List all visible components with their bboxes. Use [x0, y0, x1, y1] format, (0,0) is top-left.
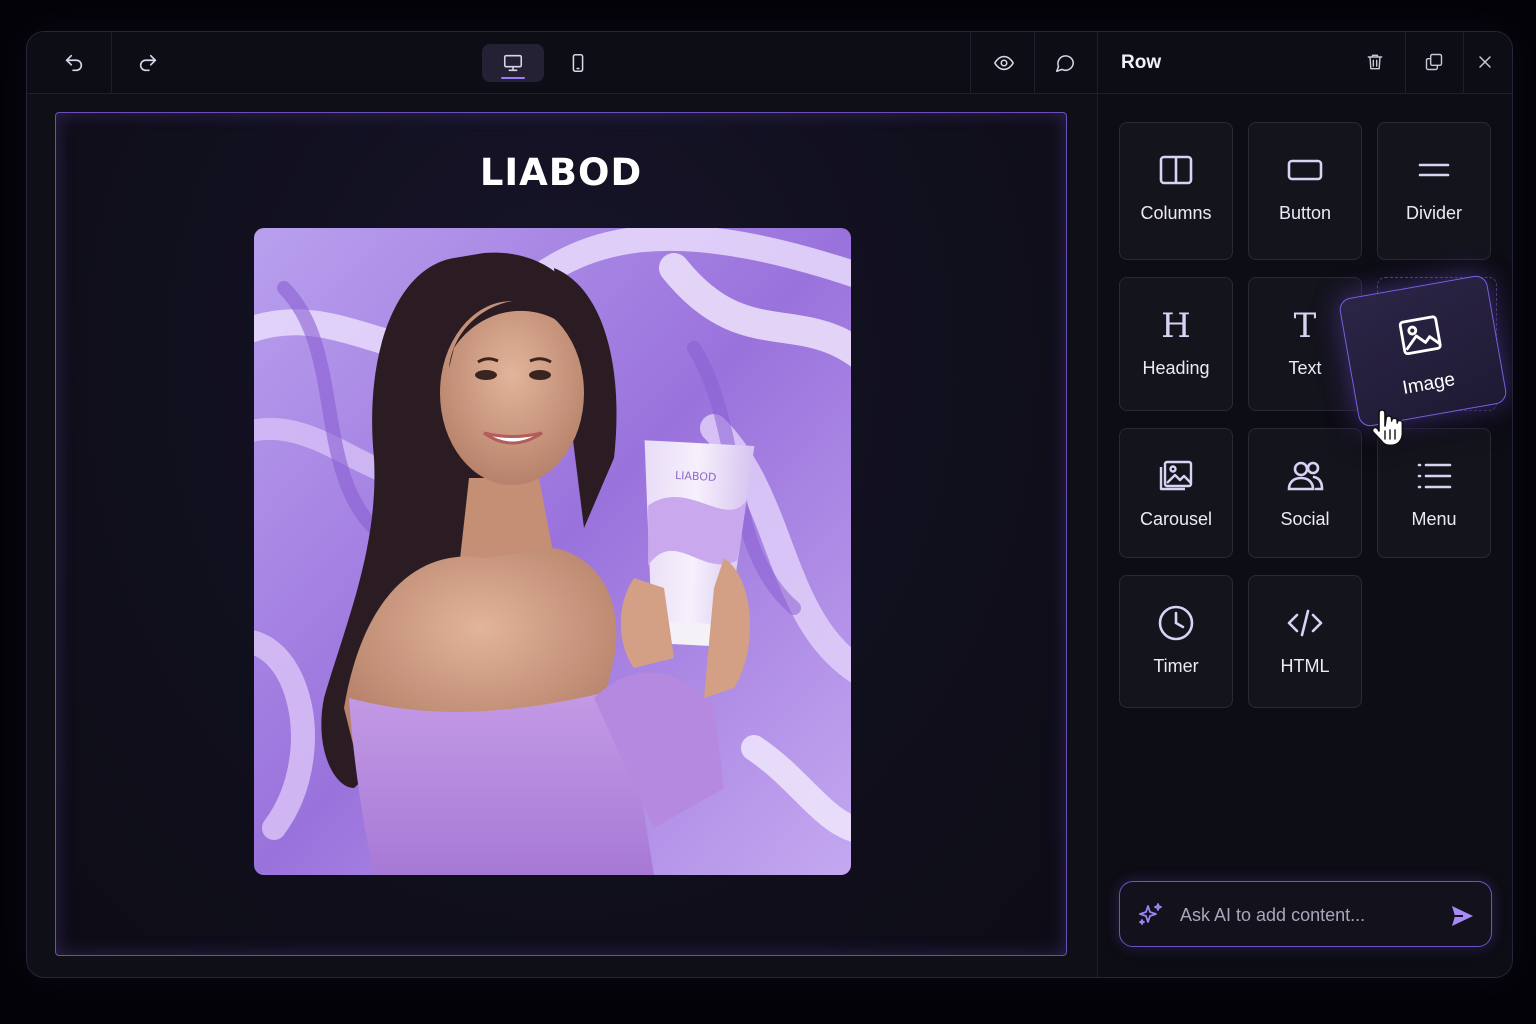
blocks-panel: Row Columns Button Divider H Heading T T… — [1097, 32, 1512, 977]
timer-icon — [1157, 604, 1195, 642]
divider-icon — [1415, 151, 1453, 189]
social-icon — [1286, 457, 1324, 495]
panel-title: Row — [1121, 52, 1162, 73]
block-label: Heading — [1142, 358, 1210, 378]
block-label: Divider — [1405, 203, 1462, 223]
button-icon — [1286, 151, 1324, 189]
block-divider[interactable]: Divider — [1377, 122, 1491, 260]
columns-icon — [1157, 151, 1195, 189]
block-carousel[interactable]: Carousel — [1119, 428, 1233, 558]
text-icon: T — [1286, 306, 1324, 344]
undo-icon[interactable] — [54, 44, 94, 82]
block-timer[interactable]: Timer — [1119, 575, 1233, 708]
product-label: LIABOD — [675, 469, 717, 484]
top-toolbar — [27, 32, 1097, 94]
block-label: HTML — [1280, 656, 1330, 676]
carousel-icon — [1157, 457, 1195, 495]
close-icon[interactable] — [1472, 49, 1498, 75]
code-icon — [1286, 604, 1324, 642]
comment-icon[interactable] — [1045, 44, 1085, 82]
ai-prompt-input[interactable] — [1180, 903, 1440, 927]
block-heading[interactable]: H Heading — [1119, 277, 1233, 411]
panel-divider — [1463, 32, 1464, 94]
desktop-icon — [502, 52, 524, 74]
svg-text:T: T — [1294, 306, 1317, 344]
block-html[interactable]: HTML — [1248, 575, 1362, 708]
block-label: Image — [1400, 369, 1457, 399]
trash-icon[interactable] — [1362, 49, 1388, 75]
block-social[interactable]: Social — [1248, 428, 1362, 558]
mobile-icon — [567, 52, 589, 74]
menu-icon — [1415, 457, 1453, 495]
block-columns[interactable]: Columns — [1119, 122, 1233, 260]
block-label: Social — [1280, 509, 1330, 529]
hero-image[interactable]: LIABOD — [254, 228, 851, 875]
editor-window: LIABOD LIABOD Row Columns Button Divider… — [26, 31, 1513, 978]
email-canvas[interactable]: LIABOD LIABOD — [55, 112, 1067, 956]
heading-icon: H — [1157, 306, 1195, 344]
mobile-view-button[interactable] — [558, 44, 598, 82]
eye-icon[interactable] — [984, 44, 1024, 82]
block-button[interactable]: Button — [1248, 122, 1362, 260]
block-label: Columns — [1140, 203, 1212, 223]
hand-cursor-icon — [1371, 409, 1404, 447]
svg-text:H: H — [1161, 306, 1191, 344]
brand-heading[interactable]: LIABOD — [56, 151, 1066, 194]
block-label: Text — [1288, 358, 1322, 378]
toolbar-divider — [970, 32, 971, 94]
redo-icon[interactable] — [128, 44, 168, 82]
duplicate-icon[interactable] — [1421, 49, 1447, 75]
ai-prompt-box[interactable] — [1119, 881, 1492, 947]
sparkle-icon — [1139, 903, 1162, 925]
block-label: Menu — [1411, 509, 1457, 529]
toolbar-divider — [1034, 32, 1035, 94]
panel-divider — [1405, 32, 1406, 94]
image-icon — [1395, 310, 1447, 366]
block-image-dragging[interactable]: Image — [1337, 273, 1509, 429]
send-icon[interactable] — [1449, 903, 1475, 929]
block-label: Button — [1278, 203, 1332, 223]
desktop-view-button[interactable] — [482, 44, 544, 82]
toolbar-divider — [111, 32, 112, 94]
block-label: Carousel — [1139, 509, 1213, 529]
block-label: Timer — [1153, 656, 1199, 676]
panel-header: Row — [1098, 32, 1512, 94]
